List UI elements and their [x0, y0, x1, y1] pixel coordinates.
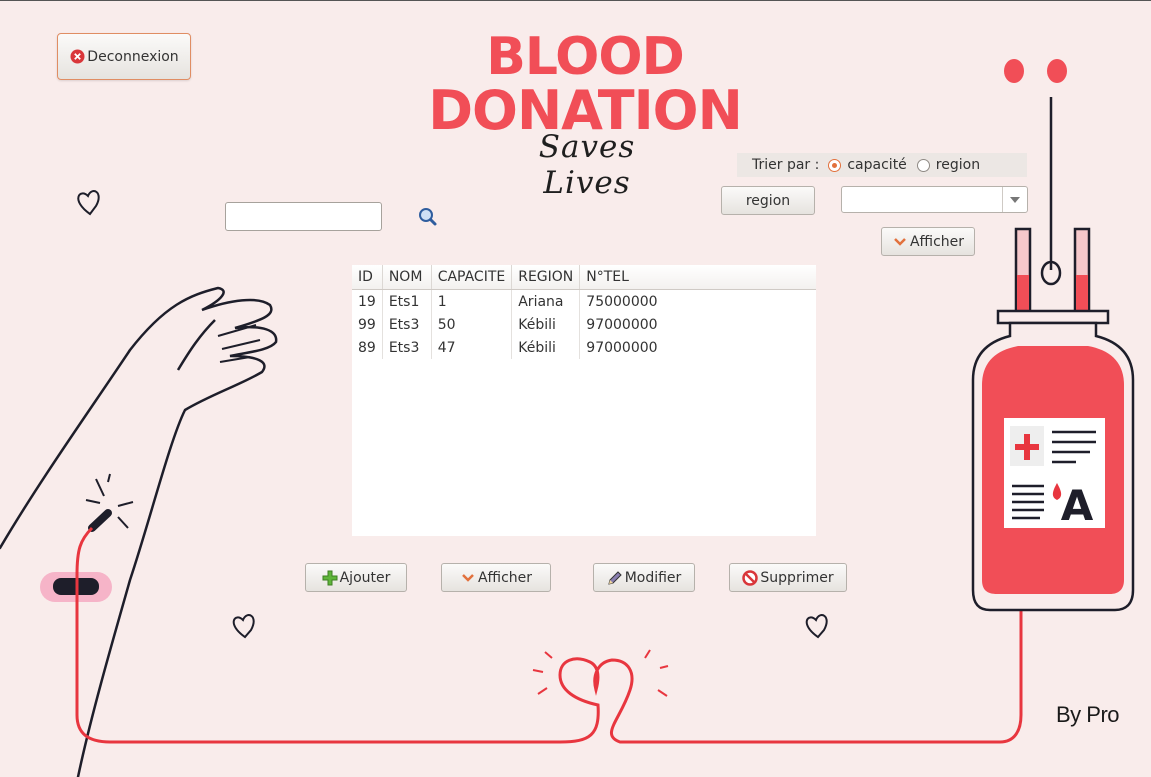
- add-button[interactable]: Ajouter: [305, 563, 407, 592]
- logout-label: Deconnexion: [87, 48, 179, 65]
- arm-outline: [0, 286, 278, 777]
- chevron-down-icon[interactable]: [1002, 187, 1027, 212]
- blood-drop-1: [1004, 59, 1024, 83]
- radio-indicator: [916, 158, 930, 172]
- column-header-capacite[interactable]: CAPACITE: [431, 265, 513, 290]
- chevron-down-icon: [460, 570, 476, 586]
- table-cell: 47: [431, 336, 513, 359]
- table-cell: Ets3: [382, 336, 432, 359]
- table-cell: 89: [352, 336, 383, 359]
- table-cell: 97000000: [586, 339, 658, 356]
- sort-label: Trier par :: [752, 157, 820, 173]
- data-table[interactable]: ID NOM CAPACITE REGION N°TEL 19 Ets1 1 A…: [352, 265, 816, 536]
- table-row[interactable]: 99 Ets3 50 Kébili 97000000: [352, 313, 816, 336]
- sort-options: Trier par : capacité region: [737, 153, 1027, 177]
- table-cell: 97000000: [586, 316, 658, 333]
- search-icon[interactable]: [418, 207, 438, 227]
- region-button[interactable]: region: [721, 186, 815, 215]
- delete-button-label: Supprimer: [760, 569, 834, 586]
- heart-sparks: [532, 649, 669, 697]
- byline: By Pro: [1056, 702, 1120, 727]
- blood-bag: A: [971, 227, 1135, 612]
- show-button-label: Afficher: [477, 569, 533, 586]
- edit-button[interactable]: Modifier: [593, 563, 695, 592]
- thumb-line: [176, 319, 216, 371]
- filter-afficher-label: Afficher: [909, 233, 965, 250]
- region-select[interactable]: [841, 186, 1028, 213]
- heart-doodle-2: [232, 614, 255, 639]
- table-cell: 99: [352, 313, 383, 336]
- radio-selected-indicator: [828, 158, 842, 172]
- region-button-label: region: [745, 192, 791, 209]
- pencil-icon: [607, 570, 623, 586]
- add-button-label: Ajouter: [339, 569, 391, 586]
- table-cell: 19: [352, 289, 383, 313]
- blood-drop-2: [1047, 59, 1067, 83]
- table-cell: Kébili: [511, 336, 581, 359]
- needle-sparks: [85, 473, 134, 529]
- column-header-region[interactable]: REGION: [511, 265, 581, 290]
- table-cell: Ets1: [382, 289, 432, 313]
- column-header-id[interactable]: ID: [352, 265, 383, 290]
- subtitle: Saves Lives: [538, 129, 636, 201]
- table-cell: Ets3: [382, 313, 432, 336]
- needle: [88, 509, 112, 532]
- search-input[interactable]: [225, 202, 382, 231]
- heart-doodle-1: [77, 190, 100, 216]
- sort-radio-region[interactable]: region: [916, 157, 981, 173]
- edit-button-label: Modifier: [624, 569, 682, 586]
- column-header-tel[interactable]: N°TEL: [579, 265, 816, 290]
- forbidden-icon: [742, 569, 759, 586]
- table-cell: Ariana: [511, 289, 581, 313]
- filter-afficher-button[interactable]: Afficher: [881, 227, 975, 256]
- table-row[interactable]: 19 Ets1 1 Ariana 75000000: [352, 289, 816, 313]
- blood-type-label: A: [1061, 481, 1094, 530]
- chevron-down-icon: [892, 234, 908, 250]
- table-cell: 75000000: [586, 293, 658, 310]
- plus-icon: [322, 570, 338, 586]
- table-header-row: ID NOM CAPACITE REGION N°TEL: [352, 265, 816, 290]
- logout-button[interactable]: Deconnexion: [57, 33, 191, 80]
- sort-option-label: region: [935, 157, 981, 173]
- blood-tube: [75, 526, 1023, 744]
- heart-doodle-3: [805, 614, 828, 639]
- table-cell: 1: [431, 289, 513, 313]
- sort-radio-capacite[interactable]: capacité: [828, 157, 907, 173]
- delete-button[interactable]: Supprimer: [729, 563, 847, 592]
- table-row[interactable]: 89 Ets3 47 Kébili 97000000: [352, 336, 816, 359]
- column-header-nom[interactable]: NOM: [382, 265, 432, 290]
- title-line-1: BLOOD: [486, 27, 685, 87]
- show-button[interactable]: Afficher: [441, 563, 551, 592]
- close-icon: [69, 49, 85, 65]
- table-cell: Kébili: [511, 313, 581, 336]
- sort-option-label: capacité: [847, 157, 907, 173]
- table-cell: 50: [431, 313, 513, 336]
